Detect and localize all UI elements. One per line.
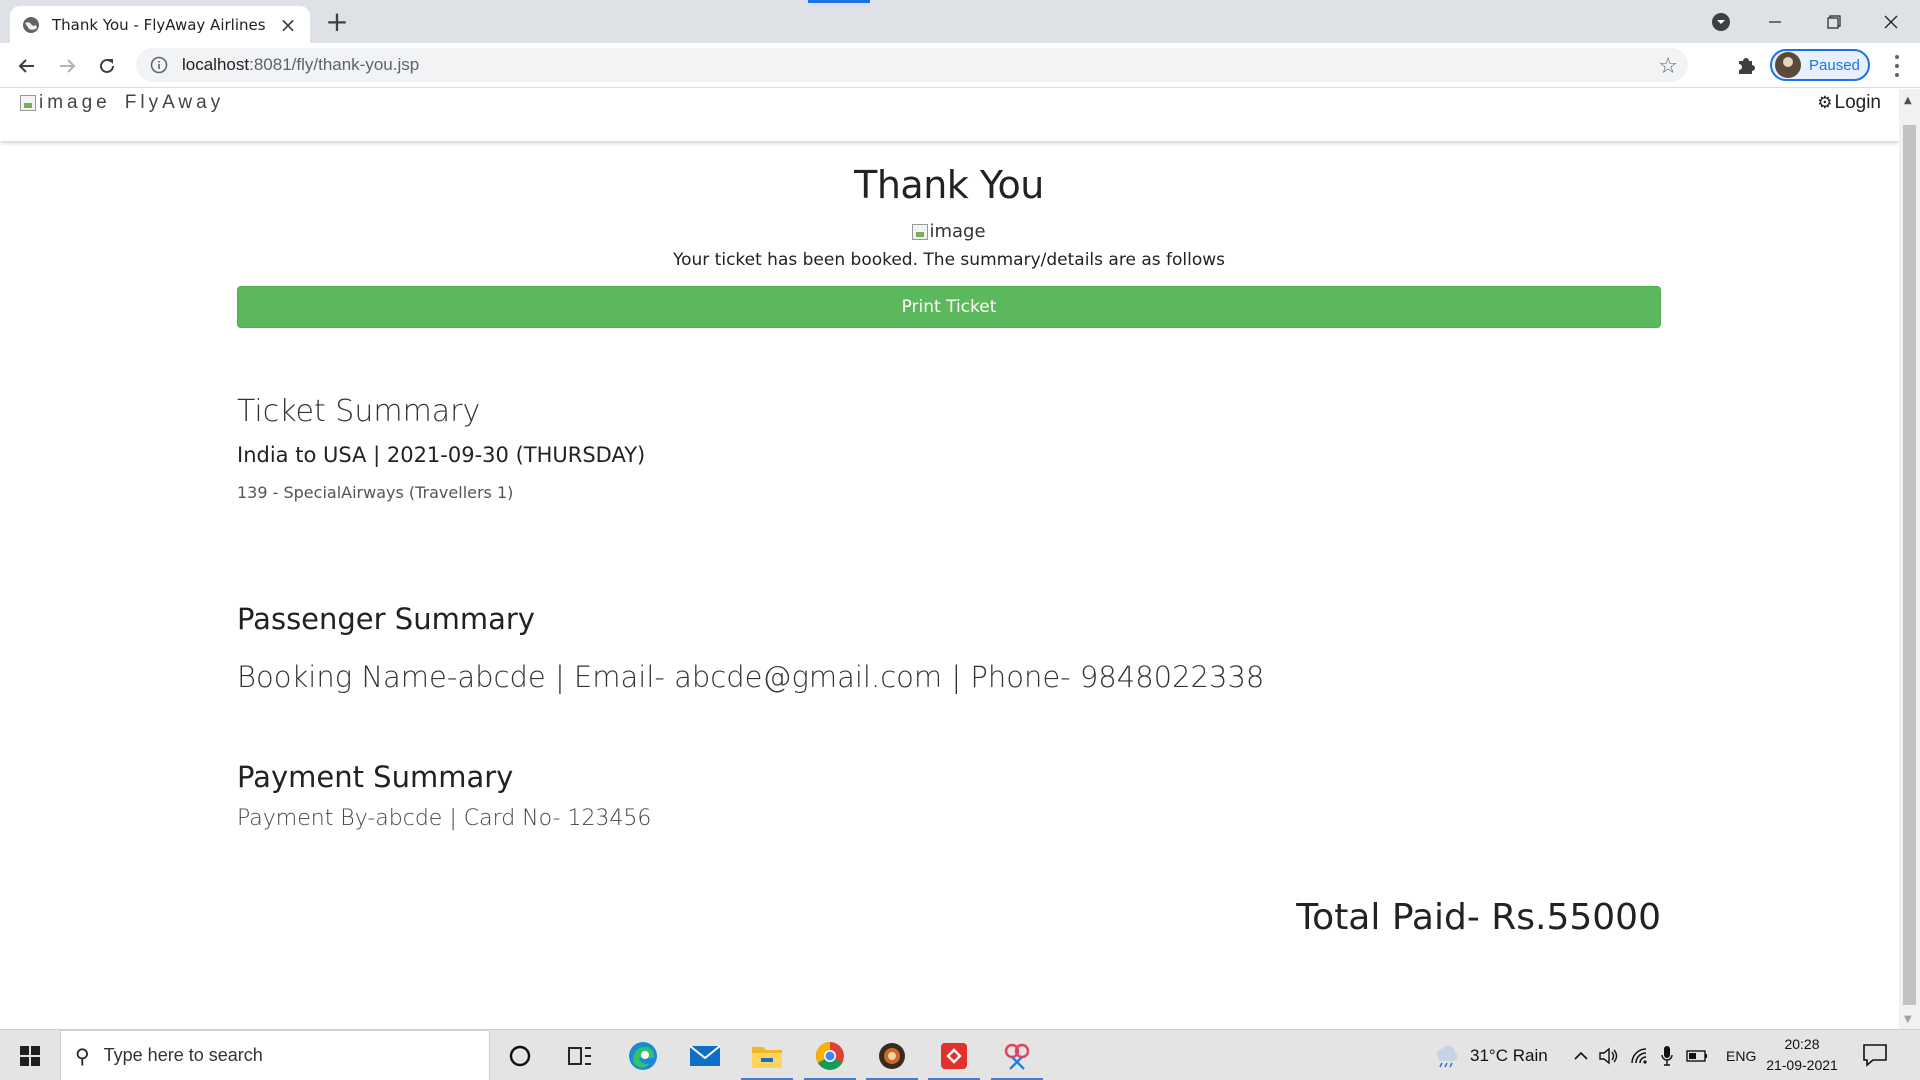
browser-tabstrip: Thank You - FlyAway Airlines × + xyxy=(0,0,1920,43)
login-link[interactable]: ⚙ Login xyxy=(1817,92,1881,114)
git-button[interactable] xyxy=(924,1030,984,1080)
app-button[interactable] xyxy=(862,1030,922,1080)
task-view-button[interactable] xyxy=(550,1030,610,1080)
vertical-scrollbar[interactable]: ▲ ▼ xyxy=(1899,89,1920,1029)
globe-icon xyxy=(23,16,39,33)
main-content: Thank You image Your ticket has been boo… xyxy=(237,141,1661,938)
hero-image-alt: image xyxy=(929,221,986,242)
mail-icon xyxy=(689,1044,721,1066)
windows-taskbar: ⚲ Type here to search 31°C Rain ENG 20:2… xyxy=(0,1029,1920,1080)
url-text: localhost:8081/fly/thank-you.jsp xyxy=(182,55,419,75)
chrome-button[interactable] xyxy=(800,1030,860,1080)
edge-icon xyxy=(629,1041,657,1070)
wifi-icon[interactable] xyxy=(1630,1047,1650,1065)
close-icon xyxy=(1884,15,1898,28)
windows-icon xyxy=(20,1045,40,1066)
address-bar[interactable]: localhost:8081/fly/thank-you.jsp ☆ xyxy=(136,48,1688,82)
tab-search-button[interactable] xyxy=(1698,0,1744,43)
mail-button[interactable] xyxy=(675,1030,735,1080)
ticket-summary-heading: Ticket Summary xyxy=(237,394,481,429)
git-icon xyxy=(941,1042,967,1069)
speaker-icon[interactable] xyxy=(1598,1046,1620,1066)
ticket-flight: 139 - SpecialAirways (Travellers 1) xyxy=(237,483,514,502)
close-icon[interactable]: × xyxy=(278,15,298,35)
payment-details: Payment By-abcde | Card No- 123456 xyxy=(237,806,652,831)
cortana-icon xyxy=(509,1045,531,1066)
booking-confirmation-message: Your ticket has been booked. The summary… xyxy=(672,250,1225,270)
restore-button[interactable] xyxy=(1811,0,1857,43)
file-explorer-button[interactable] xyxy=(737,1030,797,1080)
clock-date: 21-09-2021 xyxy=(1766,1057,1838,1073)
print-ticket-button[interactable]: Print Ticket xyxy=(237,286,1661,328)
page-title: Thank You xyxy=(854,163,1044,207)
profile-button[interactable]: Paused xyxy=(1770,49,1870,81)
menu-icon[interactable] xyxy=(1885,53,1909,79)
plus-icon[interactable]: + xyxy=(322,8,352,38)
avatar xyxy=(1775,52,1801,78)
broken-image-icon xyxy=(20,95,36,111)
minimize-icon xyxy=(1769,20,1781,23)
hero-image: image xyxy=(237,221,1661,242)
weather-text: 31°C Rain xyxy=(1470,1045,1548,1065)
star-icon[interactable]: ☆ xyxy=(1658,54,1678,79)
broken-image-icon xyxy=(912,223,929,240)
login-label: Login xyxy=(1834,92,1882,113)
reload-button[interactable] xyxy=(92,51,122,81)
restore-icon xyxy=(1827,14,1841,29)
page-viewport: image FlyAway ⚙ Login Thank You image Yo… xyxy=(0,89,1899,1029)
notification-icon[interactable] xyxy=(1862,1042,1888,1068)
payment-summary-heading: Payment Summary xyxy=(237,760,514,794)
browser-tab[interactable]: Thank You - FlyAway Airlines × xyxy=(10,6,310,43)
brand-name: FlyAway xyxy=(124,92,225,113)
battery-icon[interactable] xyxy=(1686,1049,1708,1063)
snip-icon xyxy=(1004,1043,1030,1070)
cortana-button[interactable] xyxy=(490,1030,550,1080)
snip-button[interactable] xyxy=(987,1030,1047,1080)
gear-icon: ⚙ xyxy=(1817,93,1833,112)
search-icon: ⚲ xyxy=(75,1043,90,1068)
microphone-icon[interactable] xyxy=(1660,1045,1674,1067)
taskbar-search-placeholder: Type here to search xyxy=(103,1045,263,1065)
loading-indicator xyxy=(808,0,870,3)
forward-icon xyxy=(60,59,76,73)
task-view-icon xyxy=(568,1046,591,1065)
profile-status: Paused xyxy=(1809,56,1860,74)
puzzle-icon[interactable] xyxy=(1733,52,1759,78)
edge-button[interactable] xyxy=(613,1030,673,1080)
scroll-up-icon[interactable]: ▲ xyxy=(1904,95,1912,106)
info-icon[interactable] xyxy=(150,56,168,74)
clock-time: 20:28 xyxy=(1784,1036,1820,1052)
scrollbar-thumb[interactable] xyxy=(1903,125,1916,1005)
weather-widget[interactable]: 31°C Rain xyxy=(1432,1030,1548,1080)
forward-button[interactable] xyxy=(52,51,82,81)
window-close-button[interactable] xyxy=(1868,0,1914,43)
ticket-route: India to USA | 2021-09-30 (THURSDAY) xyxy=(237,443,646,467)
passenger-summary-heading: Passenger Summary xyxy=(237,602,535,636)
chevron-down-icon xyxy=(1712,12,1730,31)
brand[interactable]: image FlyAway xyxy=(20,92,224,114)
taskbar-search[interactable]: ⚲ Type here to search xyxy=(60,1030,490,1080)
minimize-button[interactable] xyxy=(1752,0,1798,43)
file-explorer-icon xyxy=(752,1046,782,1068)
start-button[interactable] xyxy=(0,1030,60,1080)
reload-icon xyxy=(100,58,114,73)
total-paid: Total Paid- Rs.55000 xyxy=(1296,897,1661,938)
url-path: :8081/fly/thank-you.jsp xyxy=(249,55,420,74)
passenger-details: Booking Name-abcde | Email- abcde@gmail.… xyxy=(237,660,1265,694)
weather-icon xyxy=(1437,1045,1458,1067)
language-indicator[interactable]: ENG xyxy=(1726,1048,1756,1064)
browser-toolbar: localhost:8081/fly/thank-you.jsp ☆ Pause… xyxy=(0,43,1920,88)
back-icon xyxy=(18,59,34,73)
app-icon xyxy=(879,1042,905,1069)
site-navbar: image FlyAway ⚙ Login xyxy=(0,89,1899,141)
chrome-icon xyxy=(816,1041,844,1070)
brand-image-alt: image xyxy=(39,92,111,113)
scroll-down-icon[interactable]: ▼ xyxy=(1904,1014,1912,1025)
tab-title: Thank You - FlyAway Airlines xyxy=(52,15,266,34)
chevron-up-icon[interactable] xyxy=(1572,1047,1590,1065)
url-host: localhost xyxy=(182,55,250,74)
system-tray: ENG xyxy=(1572,1030,1756,1080)
taskbar-clock[interactable]: 20:28 21-09-2021 xyxy=(1762,1034,1842,1076)
back-button[interactable] xyxy=(12,51,42,81)
